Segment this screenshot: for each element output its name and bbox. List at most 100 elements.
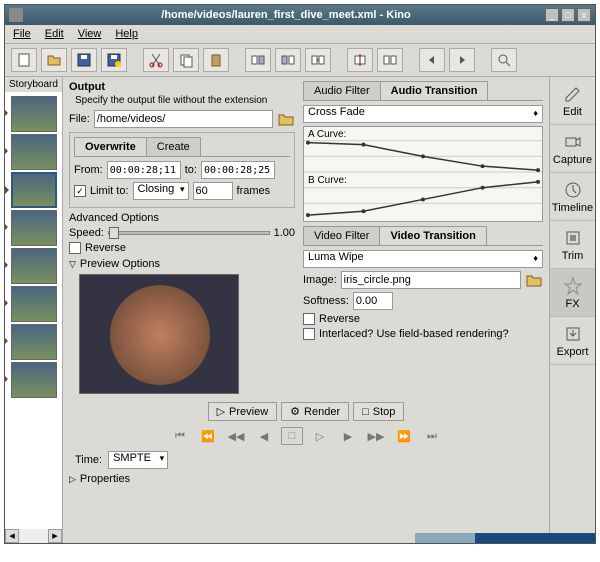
expander-icon: ▽ (69, 259, 76, 270)
append-button[interactable] (305, 48, 331, 72)
time-format-select[interactable]: SMPTE (108, 451, 168, 469)
image-input[interactable] (341, 271, 521, 289)
stop-transport-button[interactable]: □ (281, 427, 303, 445)
zoom-button[interactable] (491, 48, 517, 72)
clip-thumb[interactable] (11, 172, 57, 208)
from-input[interactable] (107, 161, 181, 179)
limit-type-select[interactable]: Closing (133, 182, 189, 200)
image-label: Image: (303, 274, 337, 286)
storyboard-panel: Storyboard ◂ ▸ (5, 77, 63, 543)
advanced-title: Advanced Options (69, 212, 295, 224)
prev-clip-button[interactable]: ⏪ (197, 427, 219, 445)
speed-label: Speed: (69, 227, 104, 239)
close-button[interactable]: x (577, 8, 591, 22)
interlaced-checkbox[interactable] (303, 328, 315, 340)
menu-view[interactable]: View (78, 28, 102, 40)
mode-timeline[interactable]: Timeline (550, 173, 595, 221)
scroll-right-icon[interactable]: ▸ (48, 529, 62, 543)
save-button[interactable] (71, 48, 97, 72)
mode-capture[interactable]: Capture (550, 125, 595, 173)
folder-icon[interactable] (525, 272, 543, 288)
softness-label: Softness: (303, 295, 349, 307)
render-button[interactable]: ⚙Render (281, 402, 349, 421)
fastfwd-button[interactable]: ▶▶ (365, 427, 387, 445)
clip-thumb[interactable] (11, 324, 57, 360)
file-label: File: (69, 113, 90, 125)
audio-curves[interactable]: A Curve: B Curve: (303, 126, 543, 222)
stop-icon: □ (362, 406, 369, 418)
audio-transition-select[interactable]: Cross Fade (303, 105, 543, 123)
join-button[interactable] (377, 48, 403, 72)
export-mode-tabs: Overwrite Create (74, 137, 290, 157)
insert-after-button[interactable] (275, 48, 301, 72)
preview-expander[interactable]: ▽ Preview Options (69, 258, 295, 270)
reverse-checkbox[interactable] (69, 242, 81, 254)
paste-button[interactable] (203, 48, 229, 72)
speed-value: 1.00 (274, 227, 295, 239)
goto-end-button[interactable]: ⏭ (421, 427, 443, 445)
center-panel: Output Specify the output file without t… (63, 77, 549, 543)
mode-trim[interactable]: Trim (550, 221, 595, 269)
preview-area (79, 274, 239, 394)
to-input[interactable] (201, 161, 275, 179)
speed-slider[interactable] (108, 231, 270, 235)
minimize-button[interactable]: _ (545, 8, 559, 22)
saveas-button[interactable] (101, 48, 127, 72)
mode-fx[interactable]: FX (550, 269, 595, 317)
clip-thumb[interactable] (11, 134, 57, 170)
video-transition-select[interactable]: Luma Wipe (303, 250, 543, 268)
storyboard-scrollbar[interactable]: ◂ ▸ (5, 529, 62, 543)
tab-overwrite[interactable]: Overwrite (74, 137, 147, 156)
prev-button[interactable] (419, 48, 445, 72)
mode-edit[interactable]: Edit (550, 77, 595, 125)
goto-start-button[interactable]: ⏮ (169, 427, 191, 445)
menu-edit[interactable]: Edit (45, 28, 64, 40)
properties-label: Properties (80, 473, 130, 485)
clip-thumb[interactable] (11, 248, 57, 284)
insert-before-button[interactable] (245, 48, 271, 72)
step-back-button[interactable]: ◀ (253, 427, 275, 445)
step-fwd-button[interactable]: ▶ (337, 427, 359, 445)
reverse-label: Reverse (85, 242, 126, 254)
menu-file[interactable]: File (13, 28, 31, 40)
tab-video-filter[interactable]: Video Filter (303, 226, 380, 245)
next-button[interactable] (449, 48, 475, 72)
tab-video-transition[interactable]: Video Transition (379, 226, 486, 245)
maximize-button[interactable]: □ (561, 8, 575, 22)
interlaced-label: Interlaced? Use field-based rendering? (319, 328, 509, 340)
time-label: Time: (75, 454, 102, 466)
split-button[interactable] (347, 48, 373, 72)
scroll-left-icon[interactable]: ◂ (5, 529, 19, 543)
play-icon: ▷ (217, 405, 225, 418)
folder-icon[interactable] (277, 111, 295, 127)
clip-thumb[interactable] (11, 210, 57, 246)
tab-audio-filter[interactable]: Audio Filter (303, 81, 381, 100)
clip-thumb[interactable] (11, 286, 57, 322)
audio-tabs: Audio Filter Audio Transition (303, 81, 543, 101)
mode-export[interactable]: Export (550, 317, 595, 365)
tab-create[interactable]: Create (146, 137, 201, 156)
play-button[interactable]: ▷ (309, 427, 331, 445)
scrub-bar[interactable] (475, 533, 595, 543)
copy-button[interactable] (173, 48, 199, 72)
open-button[interactable] (41, 48, 67, 72)
video-reverse-checkbox[interactable] (303, 313, 315, 325)
clip-thumb[interactable] (11, 96, 57, 132)
limit-checkbox[interactable]: ✓ (74, 185, 86, 197)
softness-input[interactable] (353, 292, 393, 310)
file-input[interactable] (94, 110, 273, 128)
properties-expander[interactable]: ▷ Properties (69, 473, 543, 485)
limit-count-input[interactable] (193, 182, 233, 200)
storyboard-thumbs[interactable] (5, 92, 62, 529)
next-clip-button[interactable]: ⏩ (393, 427, 415, 445)
clip-thumb[interactable] (11, 362, 57, 398)
cut-button[interactable] (143, 48, 169, 72)
preview-button[interactable]: ▷Preview (208, 402, 278, 421)
new-button[interactable] (11, 48, 37, 72)
tab-audio-transition[interactable]: Audio Transition (380, 81, 489, 100)
stop-button[interactable]: □Stop (353, 402, 404, 421)
menubar: File Edit View Help (5, 25, 595, 44)
rewind-button[interactable]: ◀◀ (225, 427, 247, 445)
menu-help[interactable]: Help (115, 28, 138, 40)
limit-unit: frames (237, 185, 271, 197)
